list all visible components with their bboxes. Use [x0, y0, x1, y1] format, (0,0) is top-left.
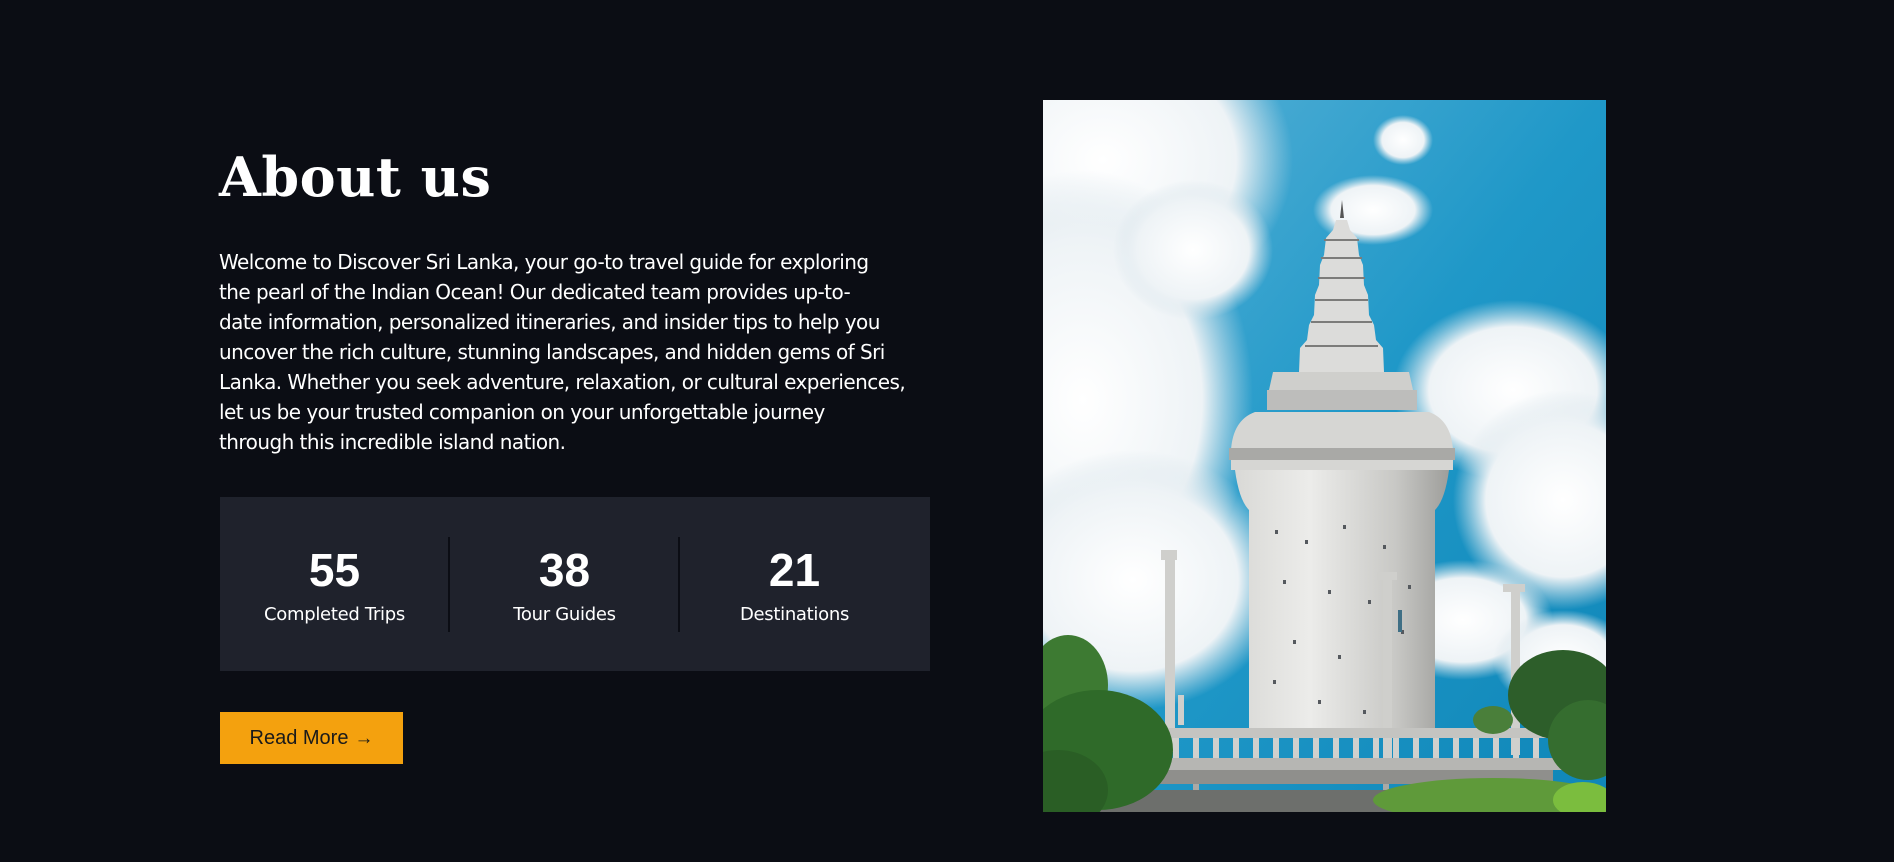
stat-value: 55 [308, 544, 361, 596]
description-line: date information, personalized itinerari… [219, 310, 880, 334]
description-line: let us be your trusted companion on your… [219, 400, 825, 424]
stat-label: Tour Guides [513, 604, 616, 625]
read-more-button[interactable]: Read More → [220, 712, 403, 764]
read-more-label: Read More [249, 726, 349, 749]
about-section: About us Welcome to Discover Sri Lanka, … [0, 0, 1894, 862]
stat-label: Destinations [739, 604, 850, 625]
description-line: the pearl of the Indian Ocean! Our dedic… [219, 280, 851, 304]
stat-value: 38 [538, 544, 591, 596]
about-description: Welcome to Discover Sri Lanka, your go-t… [219, 247, 939, 457]
tower-photo [1043, 100, 1606, 812]
description-line: uncover the rich culture, stunning lands… [219, 340, 885, 364]
stat-completed-trips: 55 Completed Trips [220, 497, 449, 671]
stat-tour-guides: 38 Tour Guides [450, 497, 679, 671]
stat-value: 21 [768, 544, 821, 596]
description-line: through this incredible island nation. [219, 430, 566, 454]
description-line: Lanka. Whether you seek adventure, relax… [219, 370, 906, 394]
stats-panel: 55 Completed Trips 38 Tour Guides 21 Des… [220, 497, 930, 671]
stat-label: Completed Trips [264, 604, 405, 625]
description-line: Welcome to Discover Sri Lanka, your go-t… [219, 250, 869, 274]
arrow-right-icon: → [354, 727, 374, 749]
stat-destinations: 21 Destinations [680, 497, 909, 671]
section-title: About us [219, 145, 492, 209]
